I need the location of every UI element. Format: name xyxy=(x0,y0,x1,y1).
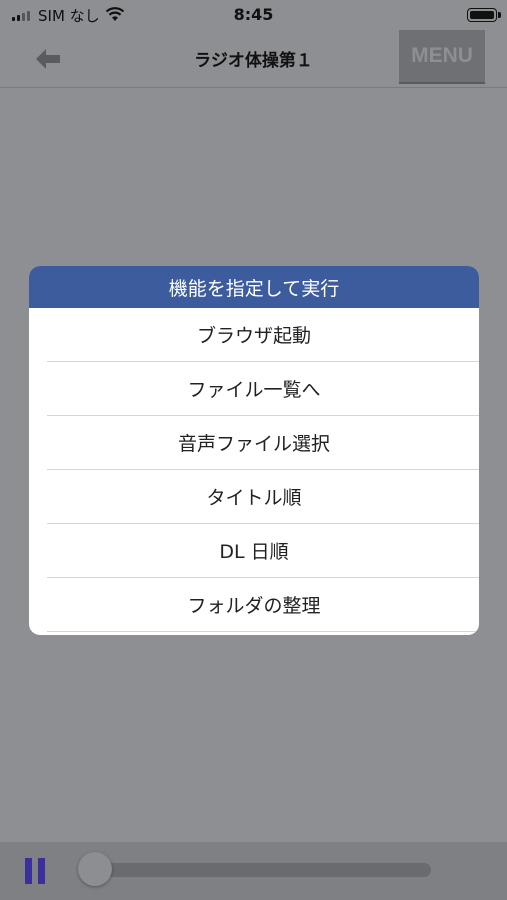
back-button[interactable] xyxy=(32,46,68,72)
player-bar xyxy=(0,842,507,900)
pause-button[interactable] xyxy=(25,858,47,884)
dialog-options-list: ブラウザ起動 ファイル一覧へ 音声ファイル選択 タイトル順 DL 日順 フォルダ… xyxy=(29,308,479,632)
battery-icon xyxy=(467,8,501,22)
page-title: ラジオ体操第１ xyxy=(194,51,313,71)
playback-progress-thumb[interactable] xyxy=(78,852,112,886)
status-bar: SIM なし 8:45 xyxy=(0,0,507,30)
playback-progress-track[interactable] xyxy=(80,863,431,877)
navigation-bar: ラジオ体操第１ MENU xyxy=(0,30,507,88)
option-sort-by-title[interactable]: タイトル順 xyxy=(47,470,479,524)
pause-icon xyxy=(38,858,45,884)
pause-icon xyxy=(25,858,32,884)
menu-button[interactable]: MENU xyxy=(399,30,485,84)
option-audio-file-select[interactable]: 音声ファイル選択 xyxy=(47,416,479,470)
option-file-list[interactable]: ファイル一覧へ xyxy=(47,362,479,416)
action-dialog: 機能を指定して実行 ブラウザ起動 ファイル一覧へ 音声ファイル選択 タイトル順 … xyxy=(29,266,479,635)
status-time: 8:45 xyxy=(233,5,274,24)
option-sort-by-dl-date[interactable]: DL 日順 xyxy=(47,524,479,578)
back-arrow-icon xyxy=(36,49,60,69)
option-organize-folders[interactable]: フォルダの整理 xyxy=(47,578,479,632)
dialog-title: 機能を指定して実行 xyxy=(29,266,479,308)
option-browser-launch[interactable]: ブラウザ起動 xyxy=(47,308,479,362)
